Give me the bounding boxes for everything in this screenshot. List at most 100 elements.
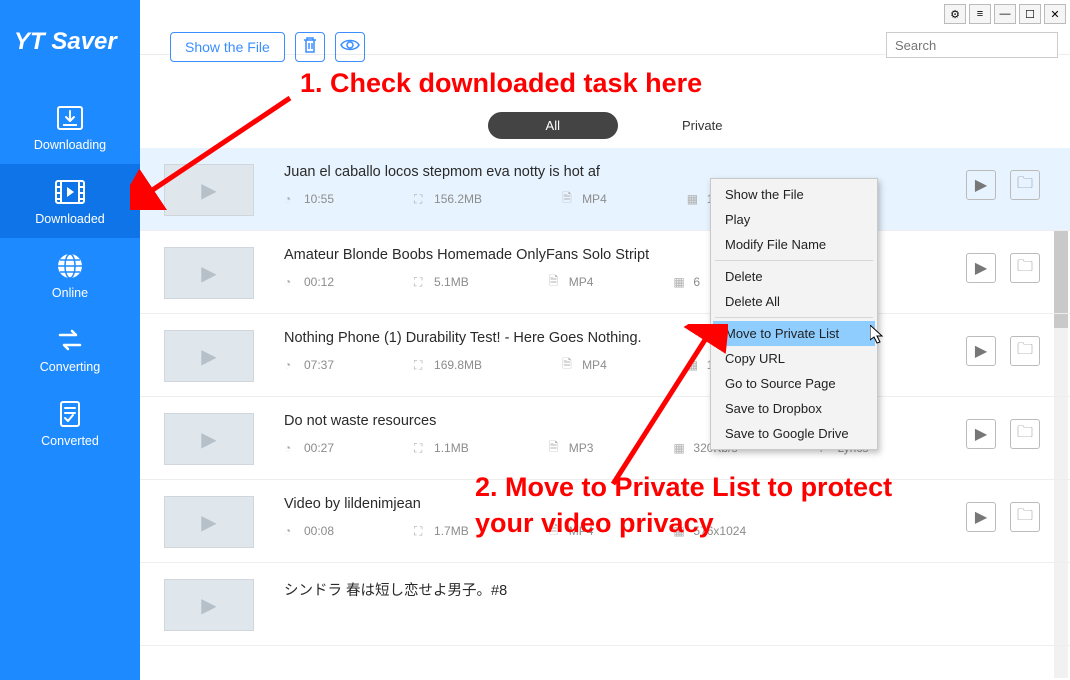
format-icon: 🗎 (562, 192, 576, 206)
sidebar-item-downloaded[interactable]: Downloaded (0, 164, 140, 238)
app-title: YT Saver (0, 0, 140, 90)
item-meta: ◔00:27 ⛶1.1MB 🗎MP3 ▦320Kb/s TLyrics (284, 441, 1046, 455)
context-menu: Show the File Play Modify File Name Dele… (710, 178, 878, 450)
play-button[interactable]: ▶ (966, 253, 996, 283)
play-icon: ▶ (975, 341, 987, 361)
folder-button[interactable]: 🗀 (1010, 253, 1040, 283)
maximize-icon: ☐ (1025, 8, 1035, 21)
sidebar-item-online[interactable]: Online (0, 238, 140, 312)
thumbnail: ▶ (164, 330, 254, 382)
play-button[interactable]: ▶ (966, 336, 996, 366)
size-icon: ⛶ (414, 192, 428, 206)
folder-button[interactable]: 🗀 (1010, 419, 1040, 449)
annotation-1: 1. Check downloaded task here (300, 68, 702, 99)
size-icon: ⛶ (414, 275, 428, 289)
ctx-dropbox[interactable]: Save to Dropbox (713, 396, 875, 421)
close-button[interactable]: ✕ (1044, 4, 1066, 24)
settings-button[interactable]: ⚙ (944, 4, 966, 24)
folder-icon: 🗀 (1017, 421, 1033, 448)
search-input[interactable] (886, 32, 1058, 58)
play-icon: ▶ (975, 175, 987, 195)
tab-private[interactable]: Private (682, 118, 722, 133)
minimize-icon: — (1000, 8, 1011, 20)
list-item[interactable]: ▶ シンドラ 春は短し恋せよ男子。#8 (140, 563, 1070, 646)
item-title: Nothing Phone (1) Durability Test! - Her… (284, 330, 1046, 346)
folder-icon: 🗀 (1017, 504, 1033, 531)
list-item[interactable]: ▶ Juan el caballo locos stepmom eva nott… (140, 148, 1070, 231)
item-title: Video by lildenimjean (284, 496, 1046, 512)
play-button[interactable]: ▶ (966, 170, 996, 200)
size-icon: ⛶ (414, 524, 428, 538)
list-item[interactable]: ▶ Amateur Blonde Boobs Homemade OnlyFans… (140, 231, 1070, 314)
thumbnail: ▶ (164, 579, 254, 631)
folder-button[interactable]: 🗀 (1010, 502, 1040, 532)
gear-icon: ⚙ (950, 8, 960, 21)
list-item[interactable]: ▶ Do not waste resources ◔00:27 ⛶1.1MB 🗎… (140, 397, 1070, 480)
list-item[interactable]: ▶ Nothing Phone (1) Durability Test! - H… (140, 314, 1070, 397)
play-button[interactable]: ▶ (966, 419, 996, 449)
header: ⚙ ≡ — ☐ ✕ Show the File (140, 0, 1070, 55)
show-file-button[interactable]: Show the File (170, 32, 285, 62)
download-icon (53, 104, 87, 132)
list-item[interactable]: ▶ Video by lildenimjean ◔00:08 ⛶1.7MB 🗎M… (140, 480, 1070, 563)
sidebar-item-label: Downloaded (35, 212, 105, 226)
ctx-gdrive[interactable]: Save to Google Drive (713, 421, 875, 446)
ctx-play[interactable]: Play (713, 207, 875, 232)
menu-button[interactable]: ≡ (969, 4, 991, 24)
ctx-copy-url[interactable]: Copy URL (713, 346, 875, 371)
format-icon: 🗎 (562, 358, 576, 372)
ctx-move-private[interactable]: Move to Private List (713, 321, 875, 346)
item-meta: ◔07:37 ⛶169.8MB 🗎MP4 ▦1 (284, 358, 1046, 372)
menu-icon: ≡ (977, 8, 983, 20)
play-button[interactable]: ▶ (966, 502, 996, 532)
thumbnail: ▶ (164, 247, 254, 299)
item-title: Do not waste resources (284, 413, 1046, 429)
sidebar-item-converting[interactable]: Converting (0, 312, 140, 386)
folder-icon: 🗀 (1017, 255, 1033, 282)
size-icon: ⛶ (414, 358, 428, 372)
res-icon: ▦ (687, 358, 701, 372)
folder-icon: 🗀 (1017, 172, 1033, 199)
ctx-separator (715, 260, 873, 261)
tab-all[interactable]: All (488, 112, 618, 139)
ctx-modify-name[interactable]: Modify File Name (713, 232, 875, 257)
delete-button[interactable] (295, 32, 325, 62)
play-icon: ▶ (975, 258, 987, 278)
clock-icon: ◔ (284, 275, 298, 289)
preview-button[interactable] (335, 32, 365, 62)
ctx-separator (715, 317, 873, 318)
format-icon: 🗎 (549, 275, 563, 289)
ctx-source-page[interactable]: Go to Source Page (713, 371, 875, 396)
maximize-button[interactable]: ☐ (1019, 4, 1041, 24)
res-icon: ▦ (673, 275, 687, 289)
close-icon: ✕ (1050, 8, 1059, 21)
eye-icon (340, 38, 360, 57)
size-icon: ⛶ (414, 441, 428, 455)
format-icon: 🗎 (549, 524, 563, 538)
sidebar-item-downloading[interactable]: Downloading (0, 90, 140, 164)
sidebar-item-converted[interactable]: Converted (0, 386, 140, 460)
clock-icon: ◔ (284, 358, 298, 372)
item-meta: ◔00:12 ⛶5.1MB 🗎MP4 ▦6 (284, 275, 1046, 289)
sidebar-item-label: Online (52, 286, 88, 300)
ctx-delete[interactable]: Delete (713, 264, 875, 289)
ctx-delete-all[interactable]: Delete All (713, 289, 875, 314)
item-title: Juan el caballo locos stepmom eva notty … (284, 164, 1046, 180)
minimize-button[interactable]: — (994, 4, 1016, 24)
download-list: ▶ Juan el caballo locos stepmom eva nott… (140, 148, 1070, 680)
convert-icon (53, 326, 87, 354)
clock-icon: ◔ (284, 192, 298, 206)
sidebar-item-label: Converting (40, 360, 100, 374)
res-icon: ▦ (673, 524, 687, 538)
play-icon: ▶ (975, 424, 987, 444)
item-meta: ◔00:08 ⛶1.7MB 🗎MP4 ▦576x1024 (284, 524, 1046, 538)
clock-icon: ◔ (284, 524, 298, 538)
document-check-icon (53, 400, 87, 428)
sidebar-item-label: Converted (41, 434, 99, 448)
clock-icon: ◔ (284, 441, 298, 455)
folder-button[interactable]: 🗀 (1010, 170, 1040, 200)
ctx-show-file[interactable]: Show the File (713, 182, 875, 207)
res-icon: ▦ (673, 441, 687, 455)
thumbnail: ▶ (164, 164, 254, 216)
folder-button[interactable]: 🗀 (1010, 336, 1040, 366)
